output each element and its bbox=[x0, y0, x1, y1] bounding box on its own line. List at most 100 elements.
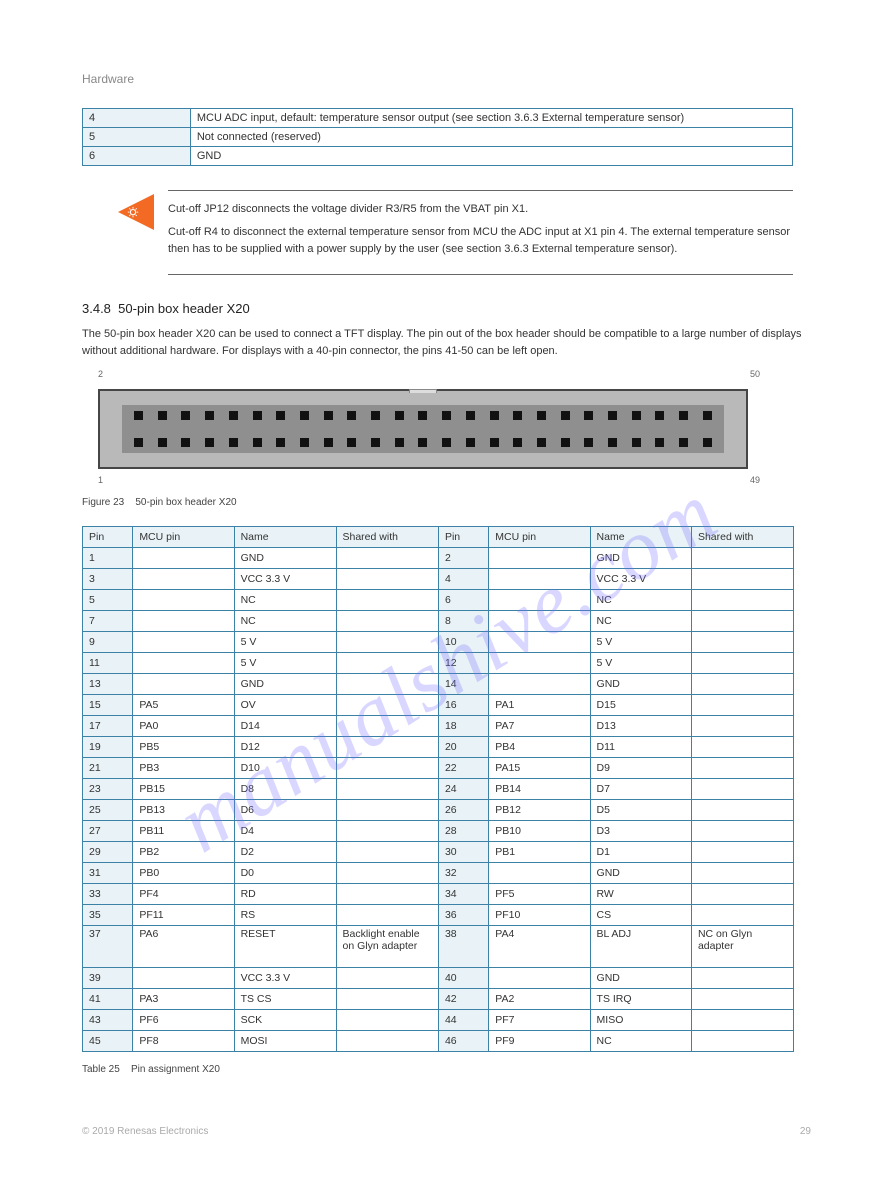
table-cell bbox=[336, 758, 438, 779]
table-cell: D7 bbox=[590, 779, 691, 800]
table-cell: 39 bbox=[83, 968, 133, 989]
table-cell bbox=[691, 695, 793, 716]
table-cell: 13 bbox=[83, 674, 133, 695]
table-cell: PA7 bbox=[489, 716, 590, 737]
table-cell bbox=[489, 611, 590, 632]
table-cell: 6 bbox=[83, 147, 191, 166]
table-cell: PF6 bbox=[133, 1010, 234, 1031]
table-header: Name bbox=[590, 527, 691, 548]
table-cell: 15 bbox=[83, 695, 133, 716]
lightbulb-icon bbox=[126, 206, 140, 220]
table-cell bbox=[133, 674, 234, 695]
sensor-table: 4MCU ADC input, default: temperature sen… bbox=[82, 108, 793, 166]
table-cell: PB0 bbox=[133, 863, 234, 884]
table-cell: RS bbox=[234, 905, 336, 926]
table-cell: 46 bbox=[438, 1031, 488, 1052]
table-cell bbox=[691, 968, 793, 989]
table-cell bbox=[336, 905, 438, 926]
table-cell bbox=[336, 779, 438, 800]
hint-icon bbox=[118, 194, 154, 230]
table-cell bbox=[691, 611, 793, 632]
pin-assignment-table: PinMCU pinNameShared withPinMCU pinNameS… bbox=[82, 526, 794, 1052]
table-cell: PB2 bbox=[133, 842, 234, 863]
table-cell: PB4 bbox=[489, 737, 590, 758]
table-cell bbox=[336, 695, 438, 716]
table-cell bbox=[336, 842, 438, 863]
table-cell: 41 bbox=[83, 989, 133, 1010]
table-cell: 23 bbox=[83, 779, 133, 800]
hint-text: Cut-off JP12 disconnects the voltage div… bbox=[168, 190, 793, 275]
table-cell: 7 bbox=[83, 611, 133, 632]
table-cell bbox=[691, 548, 793, 569]
table-cell bbox=[133, 569, 234, 590]
table-cell: 37 bbox=[83, 926, 133, 968]
table-header: Pin bbox=[83, 527, 133, 548]
table-cell bbox=[691, 716, 793, 737]
table-cell: 4 bbox=[83, 109, 191, 128]
table-header: Shared with bbox=[336, 527, 438, 548]
table-cell: MISO bbox=[590, 1010, 691, 1031]
table-cell: D1 bbox=[590, 842, 691, 863]
page-header: Hardware bbox=[82, 72, 811, 86]
table-cell bbox=[336, 863, 438, 884]
table-cell: PF4 bbox=[133, 884, 234, 905]
table-cell: PF7 bbox=[489, 1010, 590, 1031]
table-cell: 27 bbox=[83, 821, 133, 842]
table-cell: VCC 3.3 V bbox=[590, 569, 691, 590]
table-cell: PA4 bbox=[489, 926, 590, 968]
table-cell: 12 bbox=[438, 653, 488, 674]
table-cell bbox=[336, 632, 438, 653]
table-cell: GND bbox=[590, 548, 691, 569]
table-cell: 8 bbox=[438, 611, 488, 632]
table-cell bbox=[691, 884, 793, 905]
table-cell bbox=[489, 569, 590, 590]
table-cell: 5 bbox=[83, 128, 191, 147]
table-cell: MOSI bbox=[234, 1031, 336, 1052]
table-cell bbox=[691, 800, 793, 821]
table-cell bbox=[336, 653, 438, 674]
table-cell: 26 bbox=[438, 800, 488, 821]
table-cell bbox=[691, 590, 793, 611]
footer-left: © 2019 Renesas Electronics bbox=[82, 1126, 208, 1137]
table-cell bbox=[489, 674, 590, 695]
table-cell: 25 bbox=[83, 800, 133, 821]
table-cell: PA2 bbox=[489, 989, 590, 1010]
table-cell bbox=[336, 569, 438, 590]
table-cell bbox=[336, 821, 438, 842]
table-cell bbox=[691, 674, 793, 695]
table-cell: 5 V bbox=[234, 653, 336, 674]
pin-labels-bot: 1 49 bbox=[98, 475, 760, 485]
table-cell: VCC 3.3 V bbox=[234, 968, 336, 989]
table-cell: GND bbox=[234, 674, 336, 695]
table-cell: PF8 bbox=[133, 1031, 234, 1052]
table-cell: RW bbox=[590, 884, 691, 905]
table-cell: 40 bbox=[438, 968, 488, 989]
table-cell: MCU ADC input, default: temperature sens… bbox=[190, 109, 792, 128]
table-cell: VCC 3.3 V bbox=[234, 569, 336, 590]
table-cell bbox=[489, 590, 590, 611]
table-cell: 29 bbox=[83, 842, 133, 863]
table-cell: PA1 bbox=[489, 695, 590, 716]
table-cell: D11 bbox=[590, 737, 691, 758]
hint-block: Cut-off JP12 disconnects the voltage div… bbox=[82, 190, 793, 275]
figure-caption: Figure 23 50-pin box header X20 bbox=[82, 497, 811, 508]
table-cell: 18 bbox=[438, 716, 488, 737]
table-cell bbox=[489, 653, 590, 674]
table-cell: 2 bbox=[438, 548, 488, 569]
table-cell: D0 bbox=[234, 863, 336, 884]
table-cell bbox=[489, 632, 590, 653]
table-cell: 14 bbox=[438, 674, 488, 695]
table-cell: PA0 bbox=[133, 716, 234, 737]
table-cell: NC on Glyn adapter bbox=[691, 926, 793, 968]
table-cell: NC bbox=[234, 611, 336, 632]
table-cell: 36 bbox=[438, 905, 488, 926]
table-cell: PB5 bbox=[133, 737, 234, 758]
table-cell: NC bbox=[590, 1031, 691, 1052]
table-cell: D9 bbox=[590, 758, 691, 779]
table-cell: D14 bbox=[234, 716, 336, 737]
table-cell: NC bbox=[590, 611, 691, 632]
table-cell bbox=[691, 905, 793, 926]
table-cell bbox=[489, 548, 590, 569]
table-cell: PB14 bbox=[489, 779, 590, 800]
table-cell: PA15 bbox=[489, 758, 590, 779]
